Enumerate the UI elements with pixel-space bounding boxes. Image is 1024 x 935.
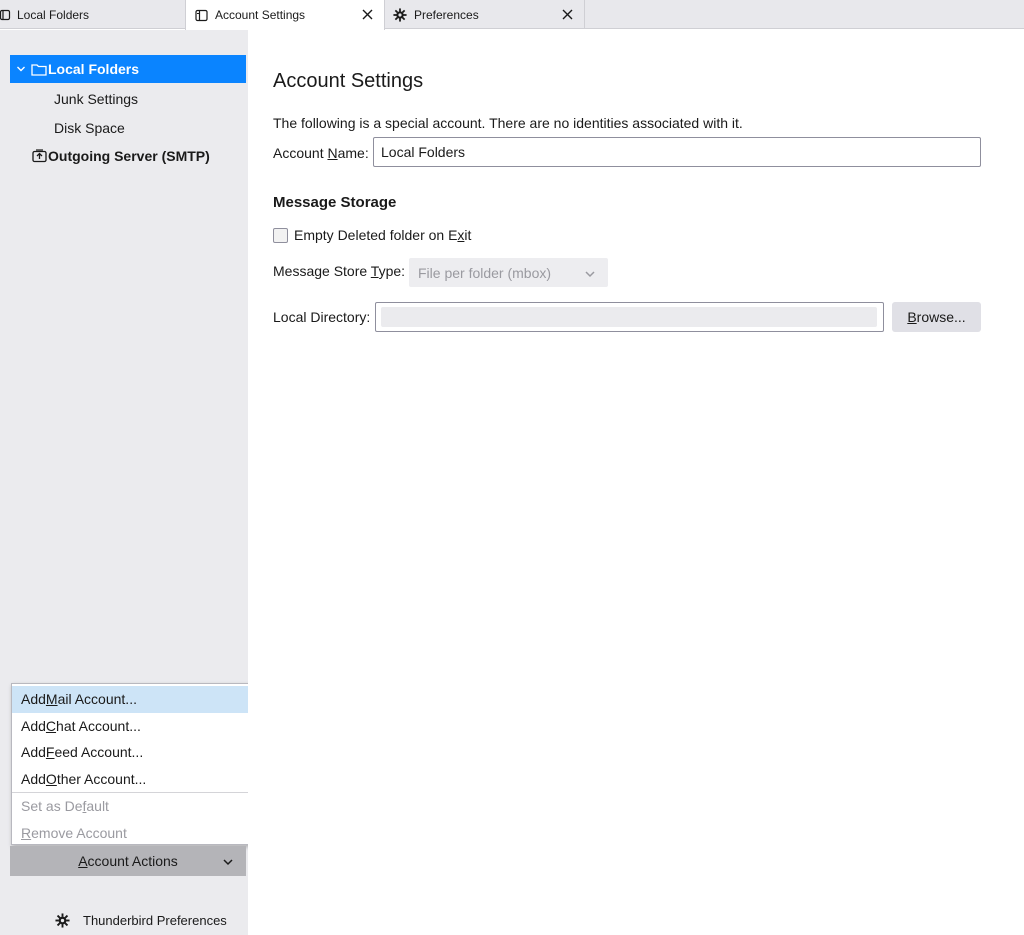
local-directory-label: Local Directory:: [273, 309, 371, 325]
store-type-value: File per folder (mbox): [418, 264, 552, 281]
settings-page-icon: [194, 8, 208, 22]
folder-icon: [31, 62, 47, 76]
local-directory-value: [381, 307, 877, 327]
menu-item-add-other-account[interactable]: Add Other Account...: [12, 766, 253, 793]
browse-button[interactable]: Browse...: [892, 302, 981, 332]
tree-item-disk-space[interactable]: Disk Space: [10, 114, 246, 142]
menu-item-add-feed-account[interactable]: Add Feed Account...: [12, 739, 253, 766]
gear-icon: [393, 7, 407, 22]
account-actions-label: Account Actions: [78, 853, 178, 869]
close-icon[interactable]: [360, 7, 374, 21]
store-type-select: File per folder (mbox): [409, 258, 608, 287]
gear-icon: [54, 912, 70, 928]
tab-account-settings[interactable]: Account Settings: [185, 0, 385, 30]
tab-strip: Local Folders Account Settings Preferenc…: [0, 0, 1024, 30]
tab-label: Local Folders: [17, 7, 90, 22]
empty-deleted-row[interactable]: Empty Deleted folder on Exit: [273, 226, 471, 244]
thunderbird-preferences-label: Thunderbird Preferences: [83, 912, 227, 928]
tree-item-label: Junk Settings: [54, 91, 139, 107]
empty-deleted-label: Empty Deleted folder on Exit: [294, 227, 472, 243]
menu-item-add-chat-account[interactable]: Add Chat Account...: [12, 713, 253, 740]
chevron-down-icon: [222, 855, 234, 867]
store-type-label: Message Store Type:: [273, 263, 406, 279]
tab-label: Account Settings: [215, 8, 306, 22]
outgoing-server-icon: [31, 149, 47, 163]
account-actions-menu: Add Mail Account... Add Chat Account... …: [11, 683, 254, 845]
account-name-input[interactable]: Local Folders: [373, 137, 981, 167]
tab-local-folders[interactable]: Local Folders: [0, 0, 185, 29]
account-actions-button[interactable]: Account Actions: [10, 846, 246, 876]
tab-label: Preferences: [414, 7, 479, 22]
menu-item-add-mail-account[interactable]: Add Mail Account...: [12, 686, 253, 713]
message-storage-heading: Message Storage: [273, 194, 397, 211]
menu-item-set-as-default: Set as De f ault: [21, 798, 109, 815]
tree-item-local-folders[interactable]: Local Folders: [10, 55, 246, 83]
tree-item-junk-settings[interactable]: Junk Settings: [10, 85, 246, 113]
folder-tab-icon: [0, 8, 12, 22]
local-directory-input[interactable]: [375, 302, 884, 332]
account-description: The following is a special account. Ther…: [273, 115, 743, 131]
page-title: Account Settings: [273, 70, 424, 92]
empty-deleted-checkbox[interactable]: [273, 227, 288, 243]
tree-item-label: Outgoing Server (SMTP): [48, 148, 210, 164]
chevron-down-icon: [584, 267, 596, 279]
chevron-down-icon[interactable]: [15, 63, 27, 75]
account-settings-pane: Account Settings The following is a spec…: [248, 30, 1024, 935]
tree-item-label: Disk Space: [54, 120, 125, 136]
tab-preferences[interactable]: Preferences: [385, 0, 585, 29]
menu-item-remove-account: Remove Account: [21, 824, 127, 841]
tree-item-outgoing-server[interactable]: Outgoing Server (SMTP): [10, 142, 246, 170]
tree-item-label: Local Folders: [48, 61, 140, 77]
close-icon[interactable]: [560, 7, 574, 21]
thunderbird-preferences-button[interactable]: Thunderbird Preferences: [54, 909, 227, 931]
account-name-label: Account Name:: [273, 145, 369, 161]
